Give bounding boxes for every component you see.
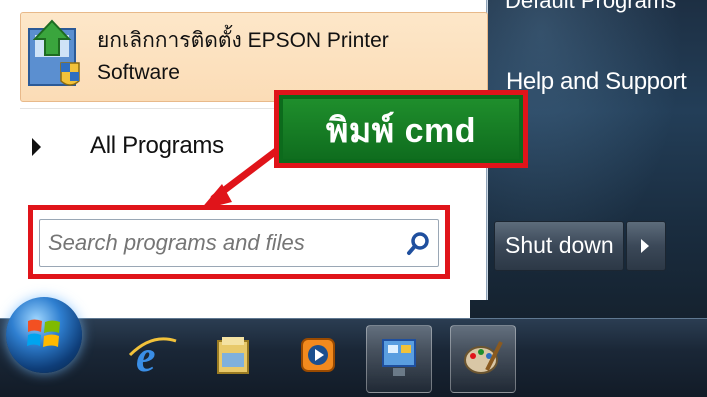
- pinned-app-label-line2: Software: [97, 61, 180, 84]
- search-box[interactable]: [39, 219, 439, 267]
- installer-icon: [28, 19, 80, 86]
- pinned-app-label: ยกเลิกการติดตั้ง EPSON Printer Software: [97, 25, 389, 89]
- file-explorer-icon[interactable]: [206, 327, 262, 383]
- shut-down-label: Shut down: [505, 232, 614, 258]
- default-programs-link[interactable]: Default Programs: [505, 0, 676, 14]
- media-player-icon[interactable]: [290, 327, 346, 383]
- windows-start-orb[interactable]: [6, 297, 82, 373]
- control-panel-icon: [382, 339, 416, 376]
- chevron-right-icon: [32, 138, 41, 156]
- taskbar-active-button-2[interactable]: [450, 325, 516, 393]
- taskbar: e: [0, 297, 707, 397]
- search-icon[interactable]: [404, 230, 432, 258]
- shut-down-options-button[interactable]: [626, 221, 666, 271]
- taskbar-active-button-1[interactable]: [366, 325, 432, 393]
- paint-icon: [464, 341, 503, 374]
- windows-logo-icon: [27, 319, 60, 347]
- chevron-right-icon: [641, 239, 649, 253]
- search-input[interactable]: [46, 226, 390, 260]
- pinned-app-epson-uninstall[interactable]: ยกเลิกการติดตั้ง EPSON Printer Software: [20, 12, 488, 102]
- all-programs-label: All Programs: [90, 132, 224, 159]
- search-highlight-frame: [28, 205, 450, 279]
- help-and-support-link[interactable]: Help and Support: [506, 68, 687, 96]
- instruction-callout: พิมพ์ cmd: [274, 90, 528, 168]
- internet-explorer-icon[interactable]: e: [124, 327, 180, 383]
- callout-text: พิมพ์ cmd: [325, 112, 477, 150]
- shut-down-button[interactable]: Shut down: [494, 221, 624, 271]
- pinned-app-label-line1: ยกเลิกการติดตั้ง EPSON Printer: [97, 29, 389, 52]
